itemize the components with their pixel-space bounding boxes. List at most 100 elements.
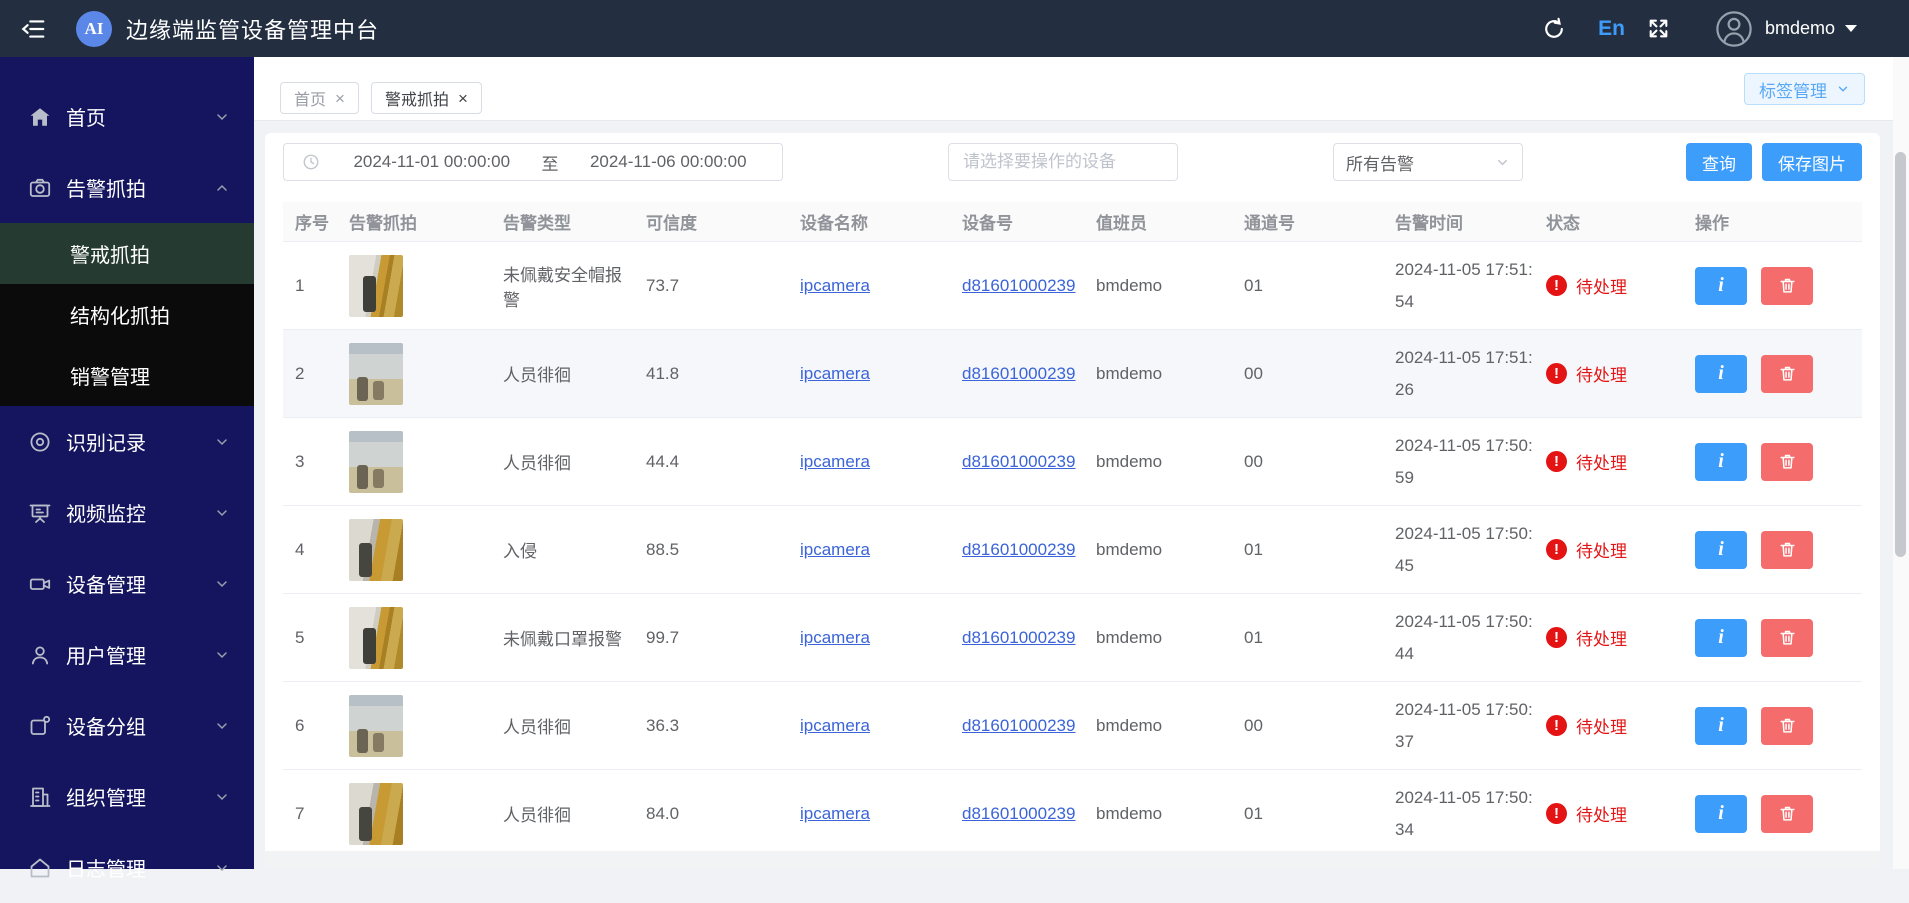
clock-icon [302,153,320,171]
fullscreen-icon[interactable] [1645,15,1673,43]
confidence-value: 99.7 [646,627,680,647]
delete-button[interactable] [1761,442,1813,481]
date-range-picker[interactable]: 2024-11-01 00:00:00 至 2024-11-06 00:00:0… [283,143,783,181]
delete-button[interactable] [1761,354,1813,393]
user-caret-down-icon [1845,25,1857,32]
user-avatar-icon[interactable] [1715,10,1753,48]
sidebar-subitem-label: 警戒抓拍 [70,245,150,267]
alarm-thumbnail[interactable] [349,782,403,845]
delete-button[interactable] [1761,706,1813,745]
sidebar-fold-icon[interactable] [18,14,48,44]
alarm-time-line2: 45 [1395,555,1414,575]
column-header: 值班员 [1096,214,1147,233]
alarm-thumbnail[interactable] [349,254,403,317]
trash-icon [1779,718,1795,733]
device-id-link[interactable]: d81601000239 [962,804,1075,823]
device-id-link[interactable]: d81601000239 [962,276,1075,295]
info-button[interactable] [1695,706,1747,745]
delete-button[interactable] [1761,266,1813,305]
device-name-link[interactable]: ipcamera [800,540,870,559]
actions-cell [1683,706,1862,745]
language-toggle[interactable]: En [1598,17,1625,41]
status-label: 待处理 [1576,278,1627,297]
delete-button[interactable] [1761,618,1813,657]
user-menu[interactable]: bmdemo [1765,18,1857,39]
status-label: 待处理 [1576,454,1627,473]
sidebar-subitem-alert-capture[interactable]: 警戒抓拍 [0,223,254,284]
device-name-link[interactable]: ipcamera [800,804,870,823]
vertical-scrollbar-track [1893,57,1909,869]
sidebar-subitem-label: 销警管理 [70,367,150,389]
sidebar-item-device-management[interactable]: 设备管理 [0,548,254,619]
alarm-time: 2024-11-05 17:51: 26 [1383,342,1534,406]
trash-icon [1779,806,1795,821]
horizontal-scrollbar[interactable] [265,851,1880,869]
alarm-time-line1: 2024-11-05 17:50: [1395,699,1533,719]
sidebar-item-home[interactable]: 首页 [0,81,254,152]
alarm-type-select[interactable]: 所有告警 [1333,143,1523,181]
info-button[interactable] [1695,618,1747,657]
save-image-button[interactable]: 保存图片 [1762,143,1862,181]
tab-close-icon[interactable]: × [458,90,468,107]
device-name-link[interactable]: ipcamera [800,276,870,295]
device-id-link[interactable]: d81601000239 [962,452,1075,471]
refresh-icon[interactable] [1540,15,1568,43]
device-id-link[interactable]: d81601000239 [962,540,1075,559]
sidebar-subitem-structured-capture[interactable]: 结构化抓拍 [0,284,254,345]
query-button[interactable]: 查询 [1686,143,1752,181]
vertical-scrollbar-thumb[interactable] [1895,152,1906,557]
tab-home[interactable]: 首页 × [280,82,359,114]
confidence-value: 41.8 [646,363,680,383]
sidebar-item-label: 首页 [66,108,106,130]
sidebar-item-user-management[interactable]: 用户管理 [0,619,254,690]
alarm-thumbnail[interactable] [349,606,403,669]
sidebar-item-video-monitor[interactable]: 视频监控 [0,477,254,548]
exclamation-icon [1546,803,1567,824]
info-button[interactable] [1695,442,1747,481]
device-id-link[interactable]: d81601000239 [962,364,1075,383]
info-button[interactable] [1695,794,1747,833]
device-name-link[interactable]: ipcamera [800,452,870,471]
info-button[interactable] [1695,530,1747,569]
table-body: 1 未佩戴安全帽报警 73.7 ipcamera d81601000239 bm… [283,242,1862,858]
device-name-link[interactable]: ipcamera [800,628,870,647]
row-index: 7 [295,803,305,823]
tag-manage-button[interactable]: 标签管理 [1744,73,1865,105]
tab-label: 警戒抓拍 [384,92,449,109]
tab-alert-capture[interactable]: 警戒抓拍 × [370,82,482,114]
tab-close-icon[interactable]: × [335,90,345,107]
actions-cell [1683,266,1862,305]
info-button[interactable] [1695,266,1747,305]
info-button[interactable] [1695,354,1747,393]
exclamation-icon [1546,627,1567,648]
chevron-down-icon [214,434,230,450]
delete-button[interactable] [1761,794,1813,833]
actions-cell [1683,618,1862,657]
alarm-thumbnail[interactable] [349,518,403,581]
sidebar-item-log-management[interactable]: 日志管理 [0,832,254,903]
alarm-snapshot-cell [337,430,491,493]
alarm-thumbnail[interactable] [349,694,403,757]
delete-button[interactable] [1761,530,1813,569]
device-name-link[interactable]: ipcamera [800,364,870,383]
date-end-value[interactable]: 2024-11-06 00:00:00 [565,152,773,172]
sidebar-item-organization[interactable]: 组织管理 [0,761,254,832]
device-name-link[interactable]: ipcamera [800,716,870,735]
status-label: 待处理 [1576,718,1627,737]
sidebar-item-device-group[interactable]: 设备分组 [0,690,254,761]
sidebar-item-alarm-capture[interactable]: 告警抓拍 [0,152,254,223]
device-select-input[interactable] [948,143,1178,181]
channel-number: 00 [1244,715,1263,735]
alarm-time: 2024-11-05 17:51: 54 [1383,254,1534,318]
device-id-link[interactable]: d81601000239 [962,716,1075,735]
sidebar-item-label: 用户管理 [66,646,146,668]
sidebar-item-recognition-records[interactable]: 识别记录 [0,406,254,477]
channel-number: 01 [1244,539,1263,559]
device-id-link[interactable]: d81601000239 [962,628,1075,647]
sidebar-subitem-alarm-clear[interactable]: 销警管理 [0,345,254,406]
alarm-thumbnail[interactable] [349,342,403,405]
date-start-value[interactable]: 2024-11-01 00:00:00 [328,152,536,172]
channel-number: 01 [1244,627,1263,647]
status-cell: 待处理 [1534,449,1683,474]
alarm-thumbnail[interactable] [349,430,403,493]
